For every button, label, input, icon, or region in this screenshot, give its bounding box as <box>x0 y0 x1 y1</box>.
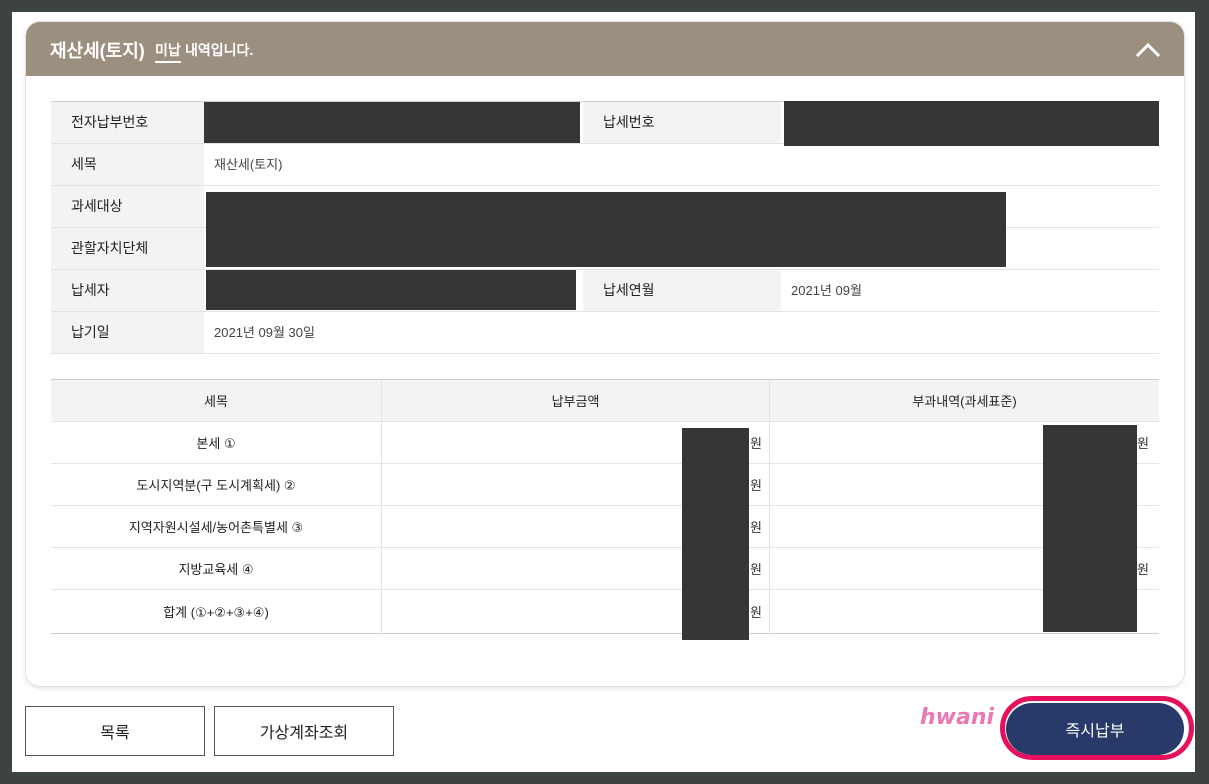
table-row: 지방교육세 ④ 원 원 <box>51 548 1159 590</box>
unit-label: 원 <box>750 436 762 451</box>
info-row: 납세자 납세연월 2021년 09월 <box>51 270 1159 312</box>
redacted-payment-amounts <box>682 428 749 640</box>
info-row: 납기일 2021년 09월 30일 <box>51 312 1159 354</box>
watermark: hwani <box>920 705 995 730</box>
redacted-tax-no <box>784 101 1159 146</box>
amount-table-header: 세목 납부금액 부과내역(과세표준) <box>51 380 1159 422</box>
tax-info-table: 전자납부번호 납세번호 세목 재산세(토지) 과세대상 관할자치단체 납세자 납… <box>51 101 1159 354</box>
column-header-payment-amount: 납부금액 <box>382 380 770 421</box>
unit-label: 원 <box>1137 436 1149 451</box>
tax-item-label: 세목 <box>51 144 204 185</box>
row-tax-item: 본세 ① <box>51 422 382 463</box>
row-tax-item: 도시지역분(구 도시계획세) ② <box>51 464 382 505</box>
info-row: 세목 재산세(토지) <box>51 144 1159 186</box>
unit-label: 원 <box>750 478 762 493</box>
row-tax-item: 지방교육세 ④ <box>51 548 382 589</box>
e-payment-no-label: 전자납부번호 <box>51 102 204 143</box>
status-badge: 미납 <box>155 40 181 63</box>
tax-month-label: 납세연월 <box>583 270 781 311</box>
due-date-value: 2021년 09월 30일 <box>214 325 315 340</box>
unit-label: 원 <box>750 562 762 577</box>
taxpayer-label: 납세자 <box>51 270 204 311</box>
table-row-total: 합계 (①+②+③+④) 원 <box>51 590 1159 634</box>
redacted-e-payment-no <box>204 102 580 143</box>
pay-now-button[interactable]: 즉시납부 <box>1006 703 1184 755</box>
redacted-tax-object-jurisdiction <box>206 192 1006 267</box>
table-row: 도시지역분(구 도시계획세) ② 원 <box>51 464 1159 506</box>
info-row: 전자납부번호 납세번호 <box>51 101 1159 146</box>
card-title: 재산세(토지) <box>50 41 145 61</box>
tax-month-value: 2021년 09월 <box>791 283 862 298</box>
list-button[interactable]: 목록 <box>25 706 205 756</box>
amount-table: 세목 납부금액 부과내역(과세표준) 본세 ① 원 원 도시지역분(구 도시계획… <box>51 379 1159 640</box>
row-tax-item: 합계 (①+②+③+④) <box>51 590 382 633</box>
row-tax-item: 지역자원시설세/농어촌특별세 ③ <box>51 506 382 547</box>
tax-detail-card: 재산세(토지) 미납 내역입니다. 전자납부번호 납세번호 세목 재산세(토지)… <box>26 22 1184 686</box>
unit-label: 원 <box>750 605 762 620</box>
column-header-tax-item: 세목 <box>51 380 382 421</box>
virtual-account-button[interactable]: 가상계좌조회 <box>214 706 394 756</box>
due-date-label: 납기일 <box>51 312 204 353</box>
card-header: 재산세(토지) 미납 내역입니다. <box>26 22 1184 76</box>
info-row: 관할자치단체 <box>51 192 1159 270</box>
status-suffix: 내역입니다. <box>185 42 254 58</box>
chevron-up-icon <box>1135 42 1161 58</box>
redacted-taxpayer <box>206 270 576 310</box>
column-header-assessment: 부과내역(과세표준) <box>912 394 1017 409</box>
collapse-button[interactable] <box>1134 36 1162 62</box>
tax-object-label: 과세대상 <box>51 186 204 227</box>
jurisdiction-label: 관할자치단체 <box>51 228 204 269</box>
table-row: 본세 ① 원 원 <box>51 422 1159 464</box>
unit-label: 원 <box>1137 562 1149 577</box>
table-row: 지역자원시설세/농어촌특별세 ③ 원 <box>51 506 1159 548</box>
tax-item-value: 재산세(토지) <box>214 157 283 172</box>
tax-no-label: 납세번호 <box>583 102 781 143</box>
redacted-assessment-amounts <box>1043 425 1137 632</box>
unit-label: 원 <box>750 520 762 535</box>
